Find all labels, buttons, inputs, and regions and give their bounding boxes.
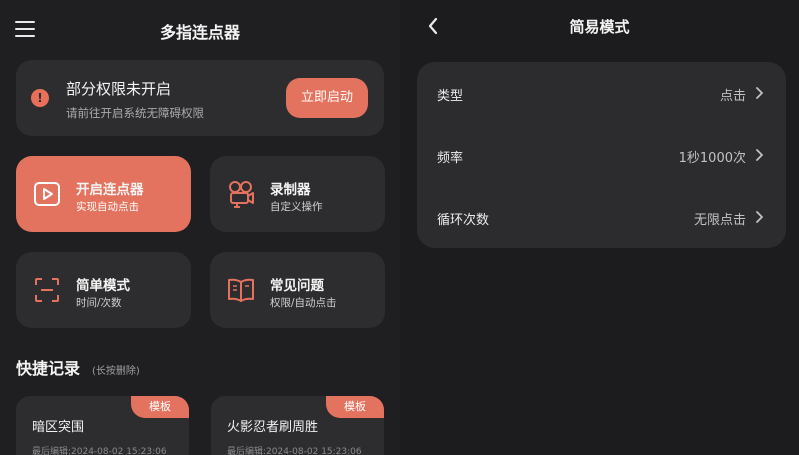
record-time: 最后编辑:2024-08-02 15:23:06	[227, 447, 362, 455]
chevron-right-icon	[756, 149, 763, 161]
warning-icon: !	[31, 89, 49, 107]
type-row[interactable]: 类型 点击	[417, 62, 786, 124]
faq-tile[interactable]: 常见问题 权限/自动点击	[210, 252, 385, 328]
home-screen: 多指连点器 ! 部分权限未开启 请前往开启系统无障碍权限 立即启动 开启连点器 …	[0, 0, 400, 455]
recorder-subtitle: 自定义操作	[270, 201, 323, 213]
shortcuts-title: 快捷记录	[16, 359, 81, 378]
frequency-row[interactable]: 频率 1秒1000次	[417, 124, 786, 186]
app-title: 多指连点器	[159, 23, 240, 42]
recorder-title: 录制器	[270, 182, 311, 198]
permission-title: 部分权限未开启	[66, 80, 172, 98]
simple-mode-screen: 简易模式 类型 点击 频率 1秒1000次 循环次数 无限点击	[400, 0, 799, 455]
start-now-button[interactable]: 立即启动	[286, 78, 368, 118]
record-name: 火影忍者刷周胜	[227, 420, 319, 435]
chevron-right-icon	[756, 87, 763, 99]
record-time: 最后编辑:2024-08-02 15:23:06	[32, 447, 167, 455]
frequency-label: 频率	[437, 151, 464, 166]
loop-count-value: 无限点击	[693, 213, 746, 228]
chevron-right-icon	[756, 211, 763, 223]
settings-card: 类型 点击 频率 1秒1000次 循环次数 无限点击	[417, 62, 786, 248]
faq-subtitle: 权限/自动点击	[270, 297, 337, 309]
scan-frame-icon	[35, 278, 59, 302]
record-card[interactable]: 模板 暗区突围 最后编辑:2024-08-02 15:23:06	[16, 396, 189, 455]
video-camera-icon	[229, 181, 254, 208]
book-icon	[228, 278, 254, 302]
start-clicker-subtitle: 实现自动点击	[76, 201, 139, 213]
start-clicker-tile[interactable]: 开启连点器 实现自动点击	[16, 156, 191, 232]
permission-banner: ! 部分权限未开启 请前往开启系统无障碍权限 立即启动	[16, 60, 384, 136]
type-label: 类型	[437, 89, 464, 104]
shortcuts-hint: (长按删除)	[92, 366, 140, 377]
template-badge: 模板	[326, 396, 384, 418]
recorder-tile[interactable]: 录制器 自定义操作	[210, 156, 385, 232]
simple-mode-title: 简单模式	[76, 278, 130, 294]
loop-count-label: 循环次数	[437, 213, 490, 228]
record-card[interactable]: 模板 火影忍者刷周胜 最后编辑:2024-08-02 15:23:06	[211, 396, 384, 455]
template-badge: 模板	[131, 396, 189, 418]
record-name: 暗区突围	[32, 420, 85, 435]
simple-mode-subtitle: 时间/次数	[76, 297, 122, 309]
start-clicker-title: 开启连点器	[76, 182, 144, 198]
play-icon	[34, 182, 60, 206]
loop-count-row[interactable]: 循环次数 无限点击	[417, 186, 786, 248]
permission-subtitle: 请前往开启系统无障碍权限	[66, 106, 204, 120]
page-title: 简易模式	[569, 18, 630, 36]
type-value: 点击	[719, 89, 746, 104]
faq-title: 常见问题	[270, 278, 324, 294]
frequency-value: 1秒1000次	[678, 151, 746, 166]
simple-mode-tile[interactable]: 简单模式 时间/次数	[16, 252, 191, 328]
